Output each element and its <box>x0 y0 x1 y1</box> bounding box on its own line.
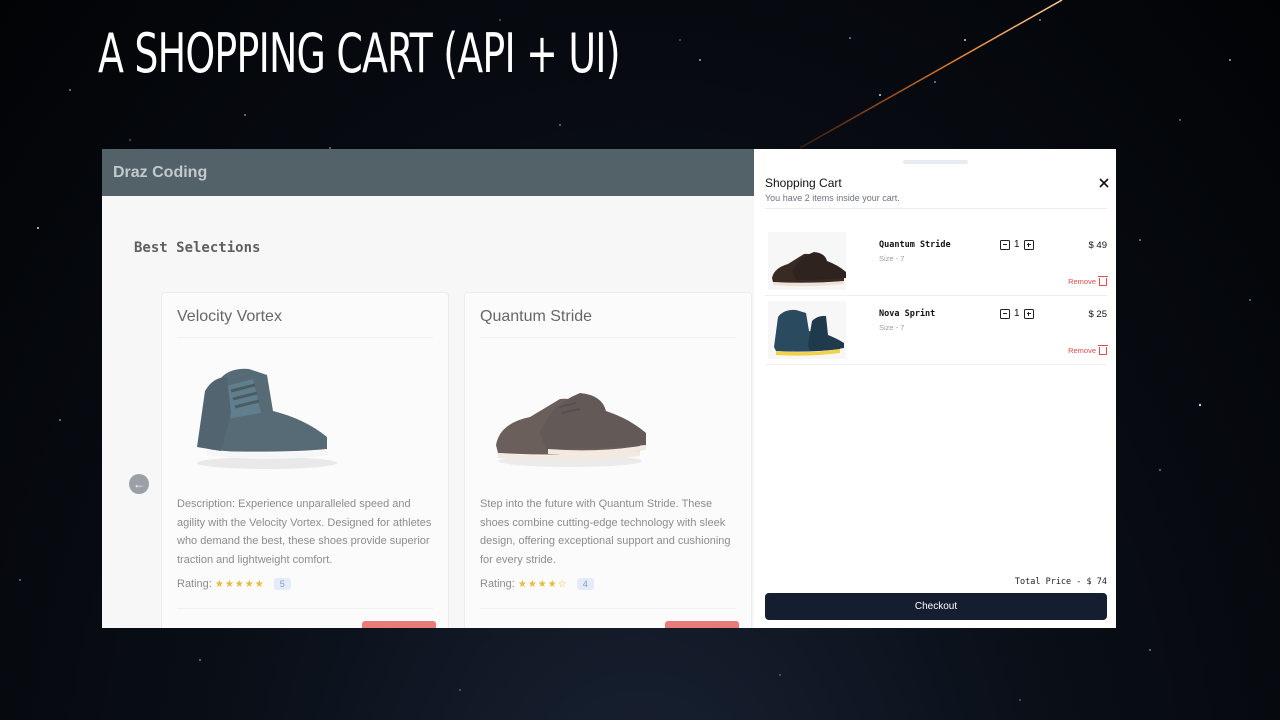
rating-label: Rating: <box>480 578 515 590</box>
trash-icon <box>1098 275 1108 286</box>
rating-label: Rating: <box>177 578 212 590</box>
checkout-button[interactable]: Checkout <box>765 593 1107 620</box>
section-title: Best Selections <box>134 240 261 256</box>
drawer-drag-handle[interactable] <box>903 160 968 164</box>
total-price: Total Price - $ 74 <box>1014 577 1107 587</box>
cart-item: Nova Sprint Size - 7 1 $ 25 Remove <box>765 295 1108 364</box>
decrease-quantity-button[interactable] <box>1000 239 1010 250</box>
remove-label: Remove <box>1068 346 1096 355</box>
quantity-stepper: 1 <box>1000 308 1034 319</box>
item-price: $ 25 <box>1088 309 1108 320</box>
divider <box>480 608 736 609</box>
increase-quantity-button[interactable] <box>1023 239 1034 250</box>
product-rating: Rating: ★★★★★ 5 <box>177 578 291 590</box>
add-to-cart-button[interactable] <box>362 621 436 628</box>
rating-stars: ★★★★☆ <box>517 578 568 590</box>
divider <box>177 608 433 609</box>
product-image-leather-sneaker <box>496 393 646 467</box>
carousel-prev-button[interactable]: ← <box>129 474 149 494</box>
product-image-high-top-sneaker <box>197 368 337 469</box>
trash-icon <box>1098 344 1108 355</box>
rating-value-badge: 4 <box>576 578 594 590</box>
cart-item: Quantum Stride Size - 7 1 $ 49 Remove <box>765 226 1108 295</box>
add-to-cart-button[interactable] <box>665 621 739 628</box>
rating-value-badge: 5 <box>273 578 291 590</box>
item-name: Quantum Stride <box>879 240 951 250</box>
cart-title: Shopping Cart <box>765 176 842 190</box>
divider <box>765 364 1107 365</box>
item-size: Size - 7 <box>879 323 905 332</box>
app-window: Draz Coding Best Selections ← Velocity V… <box>102 149 754 628</box>
quantity-value: 1 <box>1014 308 1020 319</box>
product-name: Quantum Stride <box>480 308 593 325</box>
divider <box>177 337 433 338</box>
slide-title: A SHOPPING CART (API + UI) <box>98 22 620 85</box>
item-name: Nova Sprint <box>879 309 936 319</box>
product-description: Description: Experience unparalleled spe… <box>177 498 432 566</box>
product-card: Velocity Vortex Description: Experience … <box>161 292 449 628</box>
item-size: Size - 7 <box>879 254 905 263</box>
rating-stars: ★★★★★ <box>214 578 265 590</box>
product-name: Velocity Vortex <box>177 308 282 325</box>
quantity-stepper: 1 <box>1000 239 1034 250</box>
close-icon[interactable] <box>1098 177 1110 189</box>
item-image-leather-sneaker <box>768 232 846 290</box>
product-card: Quantum Stride Step into the future with… <box>464 292 752 628</box>
cart-subtitle: You have 2 items inside your cart. <box>765 193 900 203</box>
remove-item-button[interactable]: Remove <box>1068 344 1108 355</box>
app-header: Draz Coding <box>102 149 754 196</box>
decrease-quantity-button[interactable] <box>1000 308 1010 319</box>
remove-label: Remove <box>1068 277 1096 286</box>
item-price: $ 49 <box>1088 240 1108 251</box>
arrow-left-icon: ← <box>133 477 145 491</box>
divider <box>765 208 1107 209</box>
item-image-high-top-sneaker <box>768 301 846 359</box>
increase-quantity-button[interactable] <box>1023 308 1034 319</box>
product-rating: Rating: ★★★★☆ 4 <box>480 578 594 590</box>
quantity-value: 1 <box>1014 239 1020 250</box>
product-description: Step into the future with Quantum Stride… <box>480 498 731 566</box>
shopping-cart-drawer: Shopping Cart You have 2 items inside yo… <box>754 149 1116 628</box>
remove-item-button[interactable]: Remove <box>1068 275 1108 286</box>
brand-name[interactable]: Draz Coding <box>113 164 207 182</box>
divider <box>480 337 736 338</box>
